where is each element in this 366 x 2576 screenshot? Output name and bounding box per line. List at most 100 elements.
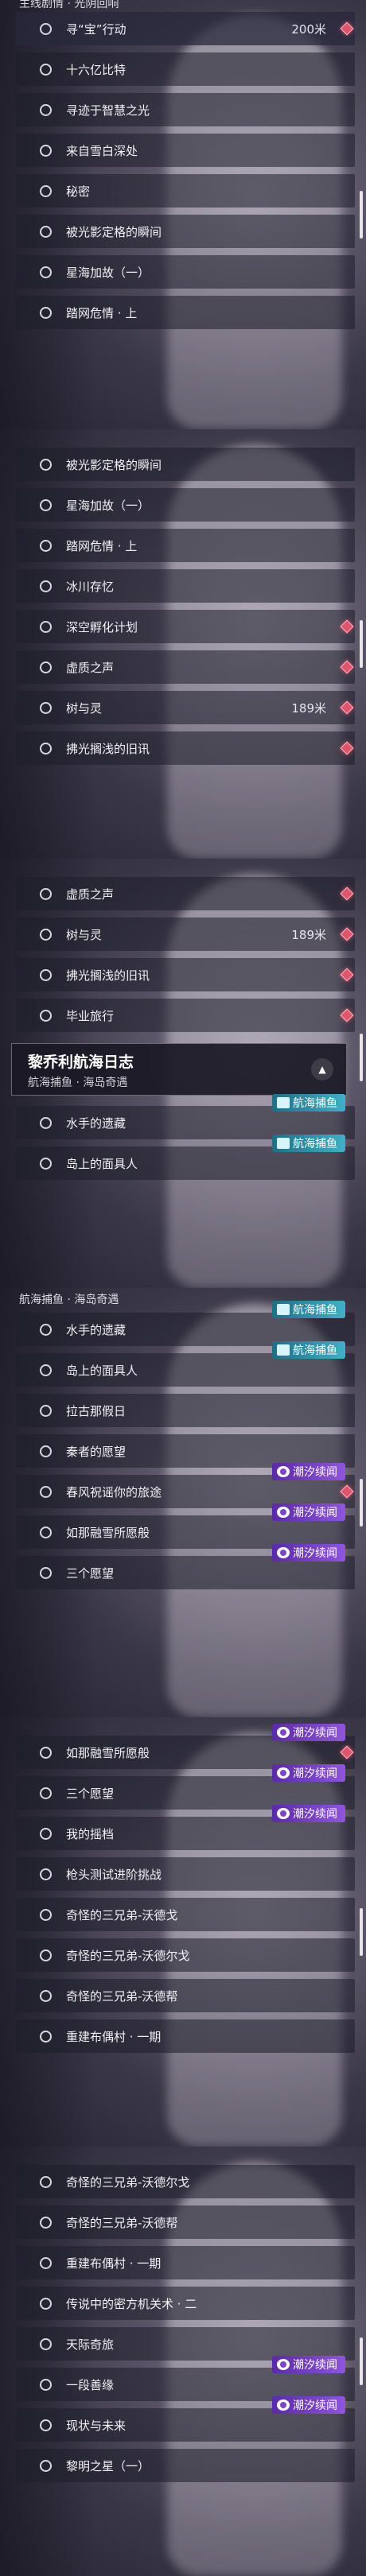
scrollbar-thumb[interactable] — [360, 1034, 363, 1081]
quest-row[interactable]: 秘密 — [0, 172, 366, 210]
quest-row[interactable]: 岛上的面具人 航海捕鱼 — [0, 1135, 366, 1182]
quest-title: 奇怪的三兄弟-沃德帮 — [66, 1988, 178, 2004]
quest-status-circle-icon — [40, 1746, 52, 1759]
quest-row[interactable]: 树与灵 189米 — [0, 915, 366, 953]
quest-category-label: 潮汐续闻 — [293, 1727, 337, 1740]
quest-title: 虚质之声 — [66, 886, 115, 902]
quest-category-tag: 航海捕鱼 — [272, 1135, 345, 1152]
quest-status-circle-icon — [40, 306, 52, 319]
quest-row[interactable]: 树与灵 189米 — [0, 689, 366, 727]
quest-title: 枪头测试进阶挑战 — [66, 1867, 162, 1882]
tide-icon — [277, 1727, 290, 1738]
quest-status-circle-icon — [40, 742, 52, 755]
quest-row[interactable]: 奇怪的三兄弟-沃德尔戈 — [0, 1936, 366, 1974]
quest-status-circle-icon — [40, 2419, 52, 2431]
quest-status-circle-icon — [40, 266, 52, 278]
quest-row[interactable]: 枪头测试进阶挑战 — [0, 1855, 366, 1893]
quest-row[interactable]: 星海加故（一） — [0, 253, 366, 291]
quest-category-label: 潮汐续闻 — [293, 1507, 337, 1519]
quest-row[interactable]: 三个愿望 潮汐续闻 — [0, 1544, 366, 1592]
quest-category-tag: 潮汐续闻 — [272, 1544, 345, 1562]
quest-title: 毕业旅行 — [66, 1008, 115, 1023]
quest-status-circle-icon — [40, 22, 52, 35]
quest-row[interactable]: 冰川存忆 — [0, 567, 366, 605]
quest-row[interactable]: 岛上的面具人 航海捕鱼 — [0, 1341, 366, 1389]
quest-category-label: 航海捕鱼 — [293, 1344, 337, 1357]
quest-status-circle-icon — [40, 1157, 52, 1170]
quest-row[interactable]: 深空孵化计划 — [0, 607, 366, 646]
quest-row[interactable]: 重建布偶村 · 一期 — [0, 2017, 366, 2055]
quest-category-label: 航海捕鱼 — [293, 1304, 337, 1317]
quest-row[interactable]: 寻迹于智慧之光 — [0, 91, 366, 129]
quest-title: 奇怪的三兄弟-沃德帮 — [66, 2215, 178, 2230]
screen-panel: 被光影定格的瞬间 星海加故（一） 踏网危情 · 上冰川存忆 深空孵化计划 虚质之声 树与灵… — [0, 429, 366, 859]
quest-category-label: 航海捕鱼 — [293, 1097, 337, 1110]
quest-status-circle-icon — [40, 2030, 52, 2043]
quest-row[interactable]: 被光影定格的瞬间 — [0, 212, 366, 250]
quest-title: 如那融雪所愿般 — [66, 1525, 150, 1540]
quest-row[interactable]: 黎明之星（一） — [0, 2446, 366, 2485]
quest-status-circle-icon — [40, 1868, 52, 1880]
quest-row[interactable]: 踏网危情 · 上 — [0, 293, 366, 332]
quest-title: 重建布偶村 · 一期 — [66, 2256, 162, 2271]
quest-title: 来自雪白深处 — [66, 143, 138, 158]
screen-panel: 主线剧情 · 光阴回响 寻“宝”行动 200米 十六亿比特 寻迹于智慧之光 来自雪白深处秘… — [0, 0, 366, 429]
quest-status-circle-icon — [40, 499, 52, 511]
quest-row[interactable]: 重建布偶村 · 一期 — [0, 2244, 366, 2282]
quest-category-tag: 潮汐续闻 — [272, 1463, 345, 1480]
quest-row[interactable]: 虚质之声 — [0, 875, 366, 913]
quest-title: 深空孵化计划 — [66, 619, 138, 634]
quest-title: 冰川存忆 — [66, 579, 115, 594]
screen-panel: 虚质之声树与灵 189米 拂光搁浅的旧讯毕业旅行黎乔利航海日志 航海捕鱼 · 海岛奇遇… — [0, 859, 366, 1288]
quest-status-circle-icon — [40, 2459, 52, 2472]
quest-row[interactable]: 十六亿比特 — [0, 50, 366, 88]
quest-status-circle-icon — [40, 1566, 52, 1579]
quest-status-circle-icon — [40, 1827, 52, 1840]
quest-row[interactable]: 寻“宝”行动 200米 — [0, 10, 366, 48]
quest-row[interactable]: 现状与未来 潮汐续闻 — [0, 2396, 366, 2444]
quest-row[interactable]: 毕业旅行 — [0, 996, 366, 1034]
quest-title: 奇怪的三兄弟-沃德戈 — [66, 1907, 178, 1922]
quest-title: 三个愿望 — [66, 1565, 115, 1581]
quest-title: 寻“宝”行动 — [66, 21, 127, 37]
quest-status-circle-icon — [40, 2378, 52, 2391]
quest-row[interactable]: 来自雪白深处 — [0, 131, 366, 169]
quest-title: 如那融雪所愿般 — [66, 1745, 150, 1760]
quest-title: 奇怪的三兄弟-沃德尔戈 — [66, 2174, 190, 2190]
quest-title: 水手的遗藏 — [66, 1115, 127, 1131]
quest-category-tag: 潮汐续闻 — [272, 1724, 345, 1741]
quest-status-circle-icon — [40, 1908, 52, 1921]
quest-title: 现状与未来 — [66, 2418, 127, 2433]
quest-status-circle-icon — [40, 2175, 52, 2188]
quest-status-circle-icon — [40, 1116, 52, 1129]
quest-row[interactable]: 踏网危情 · 上 — [0, 526, 366, 564]
quest-status-circle-icon — [40, 1485, 52, 1498]
quest-row[interactable]: 奇怪的三兄弟-沃德戈 — [0, 1895, 366, 1934]
fish-icon — [277, 1097, 290, 1108]
tide-icon — [277, 1507, 290, 1518]
quest-status-circle-icon — [40, 184, 52, 197]
quest-row[interactable]: 被光影定格的瞬间 — [0, 445, 366, 483]
quest-category-tag: 潮汐续闻 — [272, 1764, 345, 1782]
quest-row[interactable]: 我的摇档 潮汐续闻 — [0, 1805, 366, 1852]
section-header[interactable]: 黎乔利航海日志 航海捕鱼 · 海岛奇遇 ▲ — [11, 1043, 347, 1096]
quest-title: 星海加故（一） — [66, 265, 150, 280]
quest-row[interactable]: 奇怪的三兄弟-沃德尔戈 — [0, 2163, 366, 2201]
quest-status-circle-icon — [40, 1009, 52, 1022]
fish-icon — [277, 1138, 290, 1149]
quest-status-circle-icon — [40, 968, 52, 981]
fish-icon — [277, 1304, 290, 1315]
quest-distance: 189米 — [291, 700, 326, 716]
quest-status-circle-icon — [40, 701, 52, 714]
quest-row[interactable]: 拉古那假日 — [0, 1391, 366, 1430]
quest-row[interactable]: 虚质之声 — [0, 648, 366, 686]
quest-row[interactable]: 拂光搁浅的旧讯 — [0, 729, 366, 767]
screen-panel: 航海捕鱼 · 海岛奇遇 水手的遗藏 航海捕鱼 岛上的面具人 航海捕鱼 拉古那假日 秦者的愿望… — [0, 1288, 366, 1717]
quest-row[interactable]: 星海加故（一） — [0, 486, 366, 524]
quest-row[interactable]: 传说中的密方机关术 · 二 — [0, 2284, 366, 2322]
quest-row[interactable]: 拂光搁浅的旧讯 — [0, 956, 366, 994]
collapse-toggle-icon[interactable]: ▲ — [311, 1058, 333, 1080]
quest-row[interactable]: 奇怪的三兄弟-沃德帮 — [0, 1977, 366, 2015]
quest-title: 树与灵 — [66, 700, 103, 716]
quest-row[interactable]: 奇怪的三兄弟-沃德帮 — [0, 2203, 366, 2241]
